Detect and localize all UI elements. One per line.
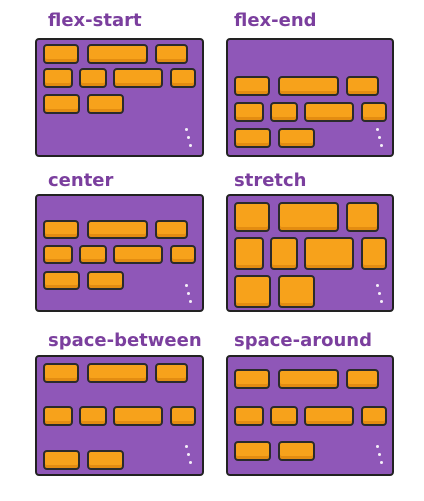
sketch-speck (378, 136, 381, 139)
panel-title-center: center (48, 170, 114, 191)
sketch-speck (376, 445, 379, 448)
flex-item (113, 406, 163, 426)
panel-title-space-between: space-between (48, 330, 202, 351)
flex-container-space-around (226, 355, 394, 476)
sketch-speck (185, 284, 188, 287)
flex-item (361, 406, 387, 426)
flex-item (43, 271, 80, 290)
flex-item (304, 406, 354, 426)
panel-title-space-around: space-around (234, 330, 372, 351)
flex-item (361, 102, 387, 122)
flex-item (87, 363, 148, 383)
flex-item (361, 237, 387, 270)
flex-item (270, 102, 298, 122)
flex-item (234, 275, 271, 308)
flex-item (234, 237, 264, 270)
flex-item (155, 363, 188, 383)
flex-container-stretch (226, 194, 394, 312)
sketch-speck (185, 445, 188, 448)
sketch-speck (380, 461, 383, 464)
flex-item (113, 245, 163, 264)
sketch-speck (376, 128, 379, 131)
flex-item (87, 44, 148, 64)
flex-item (155, 220, 188, 239)
flex-item (234, 128, 271, 148)
panel-title-stretch: stretch (234, 170, 307, 191)
flex-item (346, 202, 379, 232)
flex-container-flex-end (226, 38, 394, 157)
sketch-speck (189, 461, 192, 464)
flex-item (234, 406, 264, 426)
flex-item (234, 76, 270, 96)
sketch-speck (378, 292, 381, 295)
flex-item (170, 68, 196, 88)
flex-item (346, 369, 379, 389)
flex-item (170, 406, 196, 426)
flex-item (79, 68, 107, 88)
flex-container-flex-start (35, 38, 204, 157)
flex-item (304, 102, 354, 122)
flex-item (304, 237, 354, 270)
panel-title-flex-start: flex-start (48, 10, 142, 31)
sketch-speck (380, 144, 383, 147)
flex-item (278, 275, 315, 308)
align-content-diagram: flex-start flex-end center stretch space-bet… (0, 0, 424, 501)
flex-item (43, 406, 73, 426)
flex-item (278, 441, 315, 461)
sketch-speck (185, 128, 188, 131)
flex-item (43, 68, 73, 88)
flex-item (278, 369, 339, 389)
flex-item (234, 102, 264, 122)
flex-container-space-between (35, 355, 204, 476)
flex-item (234, 202, 270, 232)
sketch-speck (187, 453, 190, 456)
flex-item (270, 237, 298, 270)
sketch-speck (187, 292, 190, 295)
sketch-speck (187, 136, 190, 139)
sketch-speck (376, 284, 379, 287)
flex-item (43, 94, 80, 114)
flex-item (87, 271, 124, 290)
sketch-speck (189, 300, 192, 303)
flex-item (87, 450, 124, 470)
flex-item (278, 202, 339, 232)
flex-item (43, 220, 79, 239)
sketch-speck (189, 144, 192, 147)
flex-item (346, 76, 379, 96)
sketch-speck (380, 300, 383, 303)
flex-item (43, 363, 79, 383)
flex-item (87, 94, 124, 114)
flex-item (79, 245, 107, 264)
panel-title-flex-end: flex-end (234, 10, 317, 31)
flex-item (79, 406, 107, 426)
flex-item (43, 450, 80, 470)
flex-item (43, 44, 79, 64)
flex-item (170, 245, 196, 264)
flex-item (278, 76, 339, 96)
flex-item (155, 44, 188, 64)
flex-item (234, 369, 270, 389)
flex-item (43, 245, 73, 264)
flex-item (270, 406, 298, 426)
flex-item (113, 68, 163, 88)
flex-item (87, 220, 148, 239)
flex-item (234, 441, 271, 461)
sketch-speck (378, 453, 381, 456)
flex-container-center (35, 194, 204, 312)
flex-item (278, 128, 315, 148)
